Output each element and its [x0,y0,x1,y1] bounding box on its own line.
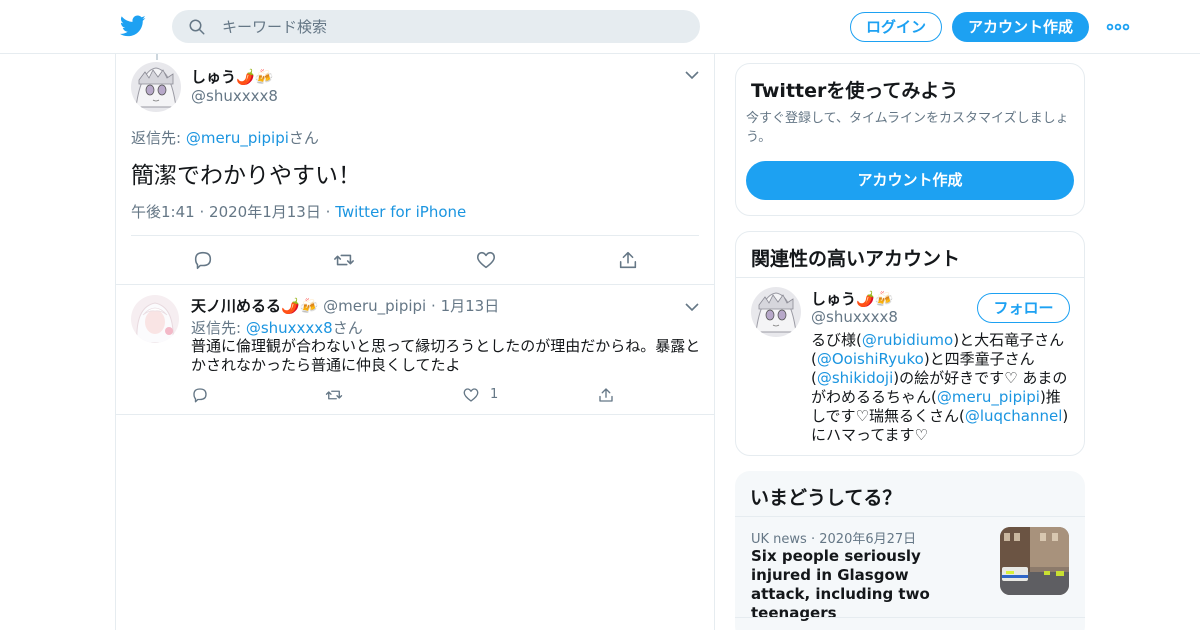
tweet-date[interactable]: 1月13日 [441,297,500,315]
tweet-date[interactable]: 2020年1月13日 [209,203,321,221]
trend-date: 2020年6月27日 [819,532,917,547]
reply-handle-link[interactable]: @meru_pipipi [186,129,289,147]
reply-to-line: 返信先: @shuxxxx8さん [191,317,363,338]
reply-icon[interactable] [192,249,214,271]
tweet-meta: 午後1:41 · 2020年1月13日 · Twitter for iPhone [131,201,466,222]
trend-thumbnail[interactable] [1000,527,1069,595]
trend-category: UK news [751,532,807,547]
tweet-text: 簡潔でわかりやすい！ [131,163,361,189]
reply-to-line: 返信先: @meru_pipipiさん [131,127,319,148]
avatar[interactable] [131,62,181,112]
reply-handle-link[interactable]: @shuxxxx8 [246,319,333,337]
bio-mention-link[interactable]: @OoishiRyuko [817,350,924,368]
reply-prefix: 返信先: [131,129,186,147]
account-handle[interactable]: @shuxxxx8 [811,308,898,326]
tweet-time[interactable]: 午後1:41 [131,203,195,221]
reply-suffix: さん [332,319,363,337]
bio-mention-link[interactable]: @luqchannel [965,407,1063,425]
login-button[interactable]: ログイン [850,12,942,42]
avatar[interactable] [131,295,179,343]
signup-card: Twitterを使ってみよう 今すぐ登録して、タイムラインをカスタマイズしましょ… [735,63,1085,216]
search-input[interactable] [222,10,682,43]
reply-icon[interactable] [191,386,209,404]
signup-button[interactable]: アカウント作成 [952,12,1089,42]
chevron-down-icon[interactable] [685,302,699,312]
card-title: いまどうしてる？ [750,487,902,509]
author-handle[interactable]: @meru_pipipi [323,297,426,315]
separator-dot: · [199,203,205,221]
card-title: 関連性の高いアカウント [751,248,961,270]
signup-description: 今すぐ登録して、タイムラインをカスタマイズしましょう。 [746,111,1069,145]
author-name[interactable]: しゅう🌶️🍻 [191,66,273,87]
related-accounts-card: 関連性の高いアカウント しゅう🌶️🍻 @shuxxxx8 フォロー るび様(@r… [735,231,1085,456]
separator-dot: · [325,203,331,221]
search-bar[interactable] [172,10,700,43]
search-icon [189,19,205,35]
divider [736,277,1084,278]
divider [131,235,699,236]
trends-card: いまどうしてる？ UK news · 2020年6月27日 Six people… [735,471,1085,630]
like-count: 1 [490,387,499,402]
timeline: しゅう🌶️🍻 @shuxxxx8 返信先: @meru_pipipiさん 簡潔で… [115,54,715,630]
account-name[interactable]: しゅう🌶️🍻 [811,288,893,309]
like-icon[interactable] [475,249,497,271]
author-name[interactable]: 天ノ川めるる🌶️🍻 [191,297,318,315]
follow-button[interactable]: フォロー [977,293,1070,323]
card-title: Twitterを使ってみよう [751,80,959,102]
divider [735,617,1085,618]
share-icon[interactable] [597,386,615,404]
twitter-bird-icon[interactable] [120,13,146,39]
separator-dot: · [431,297,436,315]
tweet-text: 普通に倫理観が合わないと思って縁切ろうとしたのが理由だからね。暴露とかされなかっ… [191,337,701,374]
trend-meta: UK news · 2020年6月27日 [751,528,916,547]
bio-mention-link[interactable]: @rubidiumo [862,331,953,349]
share-icon[interactable] [617,249,639,271]
bio-mention-link[interactable]: @meru_pipipi [937,388,1040,406]
more-dots-icon[interactable] [1106,18,1130,36]
retweet-icon[interactable] [325,386,343,404]
main-tweet: しゅう🌶️🍻 @shuxxxx8 返信先: @meru_pipipiさん 簡潔で… [116,54,714,285]
tweet-source-link[interactable]: Twitter for iPhone [335,203,466,221]
signup-card-button[interactable]: アカウント作成 [746,161,1074,200]
reply-prefix: 返信先: [191,319,246,337]
like-icon[interactable] [462,386,480,404]
tweet-header: 天ノ川めるる🌶️🍻 @meru_pipipi · 1月13日 [191,295,499,316]
chevron-down-icon[interactable] [685,70,699,80]
author-handle[interactable]: @shuxxxx8 [191,87,278,105]
bio-text: るび様( [811,331,862,349]
top-nav: ログイン アカウント作成 [0,0,1200,54]
trend-headline[interactable]: Six people seriously injured in Glasgow … [751,547,971,623]
avatar[interactable] [751,287,801,337]
reply-tweet[interactable]: 天ノ川めるる🌶️🍻 @meru_pipipi · 1月13日 返信先: @shu… [116,285,714,415]
separator-dot: · [810,532,816,547]
account-bio: るび様(@rubidiumo)と大石竜子さん(@OoishiRyuko)と四季童… [811,331,1073,445]
reply-suffix: さん [288,129,319,147]
retweet-icon[interactable] [333,249,355,271]
bio-mention-link[interactable]: @shikidoji [817,369,893,387]
divider [735,516,1085,517]
